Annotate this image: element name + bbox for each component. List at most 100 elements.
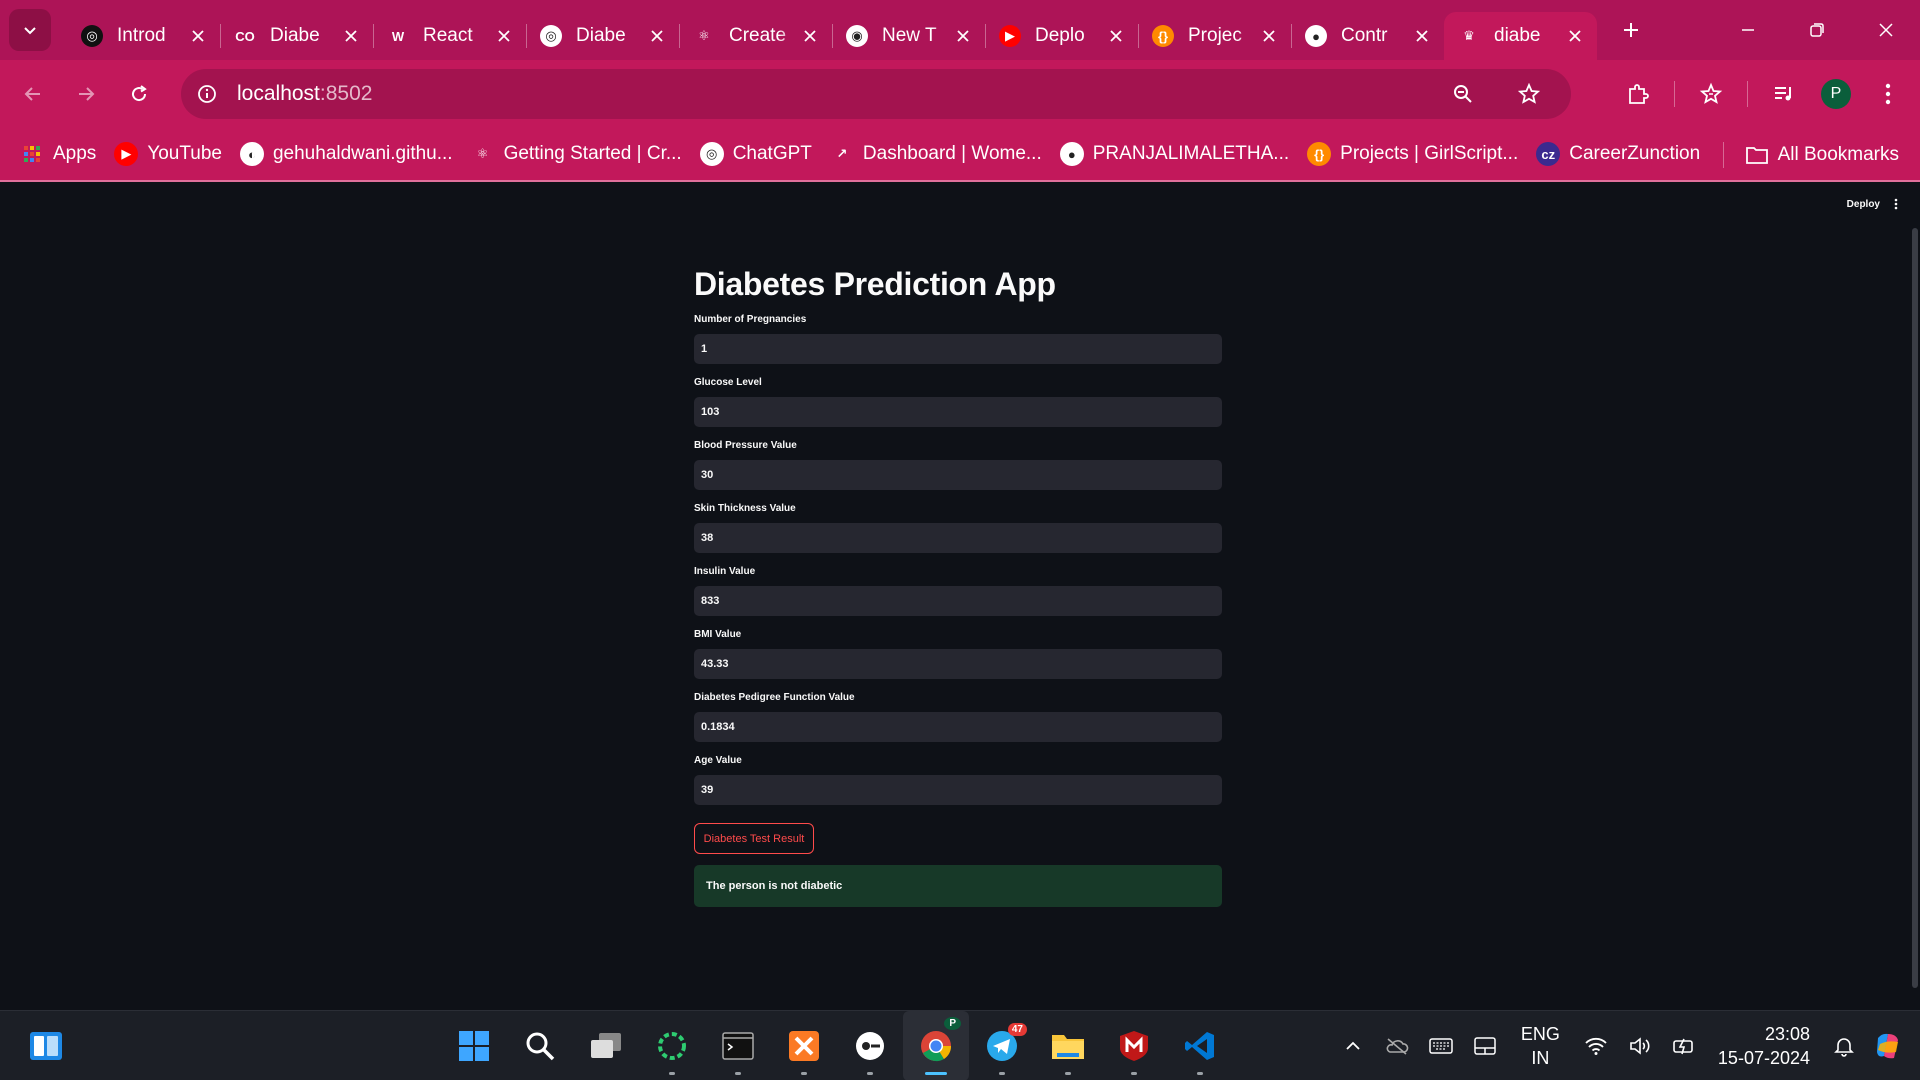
close-tab-button[interactable]	[1259, 26, 1279, 46]
deploy-button[interactable]: Deploy	[1847, 199, 1880, 210]
taskbar-app-search[interactable]	[507, 1011, 573, 1080]
taskbar-app-vscode[interactable]	[1167, 1011, 1233, 1080]
field-input[interactable]	[694, 586, 1222, 616]
taskbar-app-loader-app[interactable]	[639, 1011, 705, 1080]
tab-search-button[interactable]	[9, 9, 51, 51]
browser-tab[interactable]: ◉ New T	[832, 12, 985, 60]
language-indicator[interactable]: ENG IN	[1521, 1022, 1560, 1070]
field-input[interactable]	[694, 712, 1222, 742]
field-input[interactable]	[694, 334, 1222, 364]
taskbar-app-terminal[interactable]	[705, 1011, 771, 1080]
close-tab-button[interactable]	[341, 26, 361, 46]
close-icon	[1416, 30, 1428, 42]
close-window-button[interactable]	[1851, 0, 1920, 60]
windows-taskbar: P 47 ENG IN 23:08 15-07-2024	[0, 1010, 1920, 1080]
bookmark-item[interactable]: ⚛ Getting Started | Cr...	[462, 136, 691, 172]
taskbar-app-mcafee[interactable]	[1101, 1011, 1167, 1080]
extensions-button[interactable]	[1618, 74, 1658, 114]
bookmark-star-button[interactable]	[1509, 74, 1549, 114]
browser-tab[interactable]: ▶ Deplo	[985, 12, 1138, 60]
site-info-button[interactable]	[191, 78, 223, 110]
close-tab-button[interactable]	[494, 26, 514, 46]
more-vert-icon[interactable]	[1894, 198, 1898, 210]
clock[interactable]: 23:08 15-07-2024	[1718, 1022, 1810, 1070]
bookmark-label: PRANJALIMALETHA...	[1092, 143, 1290, 164]
browser-tab[interactable]: {} Projec	[1138, 12, 1291, 60]
browser-tab[interactable]: ◎ Introd	[67, 12, 220, 60]
field-input[interactable]	[694, 460, 1222, 490]
language-code: ENG	[1520, 1024, 1560, 1044]
close-tab-button[interactable]	[1106, 26, 1126, 46]
close-tab-button[interactable]	[1412, 26, 1432, 46]
field-input[interactable]	[694, 397, 1222, 427]
bookmark-item[interactable]: ◎ ChatGPT	[691, 136, 821, 172]
close-icon	[804, 30, 816, 42]
show-hidden-icons-button[interactable]	[1335, 1028, 1371, 1064]
field-input[interactable]	[694, 649, 1222, 679]
taskbar-app-start[interactable]	[441, 1011, 507, 1080]
zoom-button[interactable]	[1443, 74, 1483, 114]
browser-tab[interactable]: ◎ Diabe	[526, 12, 679, 60]
taskbar-app-telegram[interactable]: 47	[969, 1011, 1035, 1080]
new-tab-button[interactable]	[1611, 10, 1651, 50]
folder-icon	[1745, 143, 1769, 167]
wifi-icon[interactable]	[1578, 1028, 1614, 1064]
bookmark-item[interactable]: ◐ gehuhaldwani.githu...	[231, 136, 462, 172]
bookmark-item[interactable]: ● PRANJALIMALETHA...	[1051, 136, 1298, 172]
taskbar-app-task-view[interactable]	[573, 1011, 639, 1080]
bookmark-item[interactable]: ↗ Dashboard | Wome...	[821, 136, 1051, 172]
bookmark-item[interactable]: cz CareerZunction	[1527, 136, 1709, 172]
widgets-button[interactable]	[28, 1028, 64, 1064]
all-bookmarks-button[interactable]: All Bookmarks	[1736, 137, 1908, 173]
taskbar-app-chrome-remote[interactable]	[837, 1011, 903, 1080]
reload-button[interactable]	[119, 74, 159, 114]
notifications-icon[interactable]	[1826, 1028, 1862, 1064]
bookmark-item[interactable]: ▶ YouTube	[105, 136, 231, 172]
bookmark-item[interactable]: {} Projects | GirlScript...	[1298, 136, 1527, 172]
back-button[interactable]	[13, 74, 53, 114]
restore-button[interactable]	[1782, 0, 1851, 60]
onedrive-icon[interactable]	[1379, 1028, 1415, 1064]
close-tab-button[interactable]	[647, 26, 667, 46]
taskbar-apps: P 47	[441, 1011, 1233, 1080]
media-control-button[interactable]	[1764, 74, 1804, 114]
toolbar-divider	[1674, 81, 1675, 107]
reload-icon	[132, 85, 147, 102]
mcafee-icon	[1119, 1030, 1149, 1062]
taskbar-app-file-explorer[interactable]	[1035, 1011, 1101, 1080]
browser-tab[interactable]: W React	[373, 12, 526, 60]
browser-tab[interactable]: ● Contr	[1291, 12, 1444, 60]
url-text[interactable]: localhost:8502	[237, 82, 372, 106]
plus-icon	[1624, 23, 1638, 37]
taskbar-app-chrome[interactable]: P	[903, 1011, 969, 1080]
bookmark-item[interactable]: Apps	[11, 136, 105, 172]
forward-button[interactable]	[66, 74, 106, 114]
browser-tab[interactable]: CO Diabe	[220, 12, 373, 60]
battery-charging-icon[interactable]	[1666, 1028, 1702, 1064]
favorites-button[interactable]	[1691, 74, 1731, 114]
close-tab-button[interactable]	[800, 26, 820, 46]
browser-tab[interactable]: ⚛ Create	[679, 12, 832, 60]
close-tab-button[interactable]	[188, 26, 208, 46]
field-input[interactable]	[694, 775, 1222, 805]
copilot-icon[interactable]	[1870, 1028, 1906, 1064]
close-tab-button[interactable]	[953, 26, 973, 46]
diabetes-test-result-button[interactable]: Diabetes Test Result	[694, 823, 814, 854]
running-indicator	[735, 1072, 741, 1075]
profile-button[interactable]: P	[1816, 74, 1856, 114]
field-input[interactable]	[694, 523, 1222, 553]
browser-menu-button[interactable]	[1868, 74, 1908, 114]
puzzle-icon	[1629, 84, 1649, 104]
address-bar[interactable]: localhost:8502	[181, 69, 1571, 119]
page-scrollbar[interactable]	[1912, 228, 1918, 988]
time-text: 23:08	[1764, 1024, 1810, 1044]
taskbar-app-xampp[interactable]	[771, 1011, 837, 1080]
close-tab-button[interactable]	[1565, 26, 1585, 46]
minimize-button[interactable]	[1713, 0, 1782, 60]
touchpad-icon[interactable]	[1467, 1028, 1503, 1064]
close-icon	[957, 30, 969, 42]
volume-icon[interactable]	[1622, 1028, 1658, 1064]
browser-tab[interactable]: ♛ diabe	[1444, 12, 1597, 60]
keyboard-icon[interactable]	[1423, 1028, 1459, 1064]
result-message: The person is not diabetic	[694, 865, 1222, 907]
